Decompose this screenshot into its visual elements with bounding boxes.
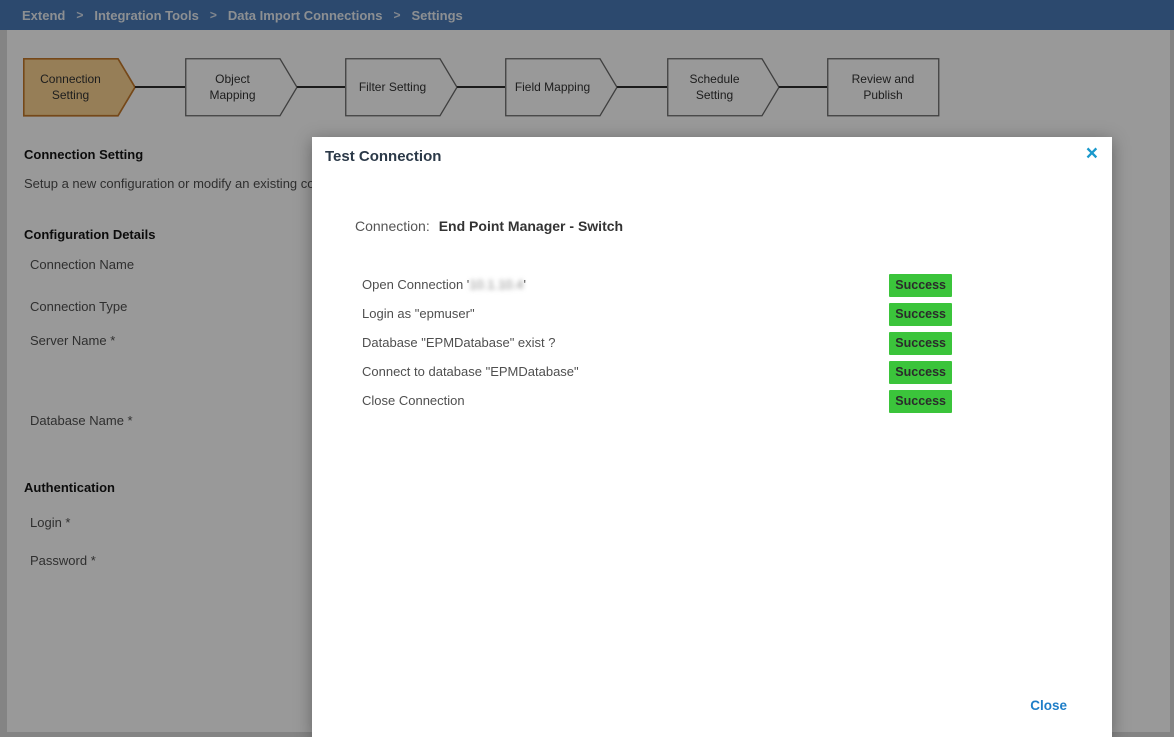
status-badge: Success — [889, 274, 952, 297]
status-badge: Success — [889, 332, 952, 355]
test-step-text: Open Connection ' — [362, 277, 469, 292]
test-step-row: Open Connection '10.1.10.4' Success — [362, 274, 952, 297]
status-badge: Success — [889, 390, 952, 413]
test-step-label: Close Connection — [362, 393, 465, 408]
status-badge: Success — [889, 303, 952, 326]
close-button[interactable]: Close — [1030, 698, 1067, 713]
app-window: Extend>Integration Tools>Data Import Con… — [0, 0, 1174, 737]
test-step-label: Database "EPMDatabase" exist ? — [362, 335, 556, 350]
test-steps-list: Open Connection '10.1.10.4'SuccessLogin … — [362, 274, 952, 419]
redacted-text: 10.1.10.4 — [469, 277, 523, 292]
dialog-title: Test Connection — [325, 148, 441, 165]
connection-label: Connection: — [355, 218, 430, 234]
connection-row: Connection: End Point Manager - Switch — [355, 218, 623, 234]
test-step-row: Close Connection Success — [362, 390, 952, 413]
connection-value: End Point Manager - Switch — [439, 218, 623, 234]
test-step-label: Open Connection '10.1.10.4' — [362, 277, 526, 292]
test-connection-dialog: Test Connection × Connection: End Point M… — [312, 137, 1112, 737]
test-step-row: Database "EPMDatabase" exist ? Success — [362, 332, 952, 355]
test-step-row: Login as "epmuser" Success — [362, 303, 952, 326]
test-step-label: Login as "epmuser" — [362, 306, 475, 321]
test-step-row: Connect to database "EPMDatabase" Success — [362, 361, 952, 384]
close-icon[interactable]: × — [1086, 143, 1098, 164]
status-badge: Success — [889, 361, 952, 384]
test-step-label: Connect to database "EPMDatabase" — [362, 364, 579, 379]
